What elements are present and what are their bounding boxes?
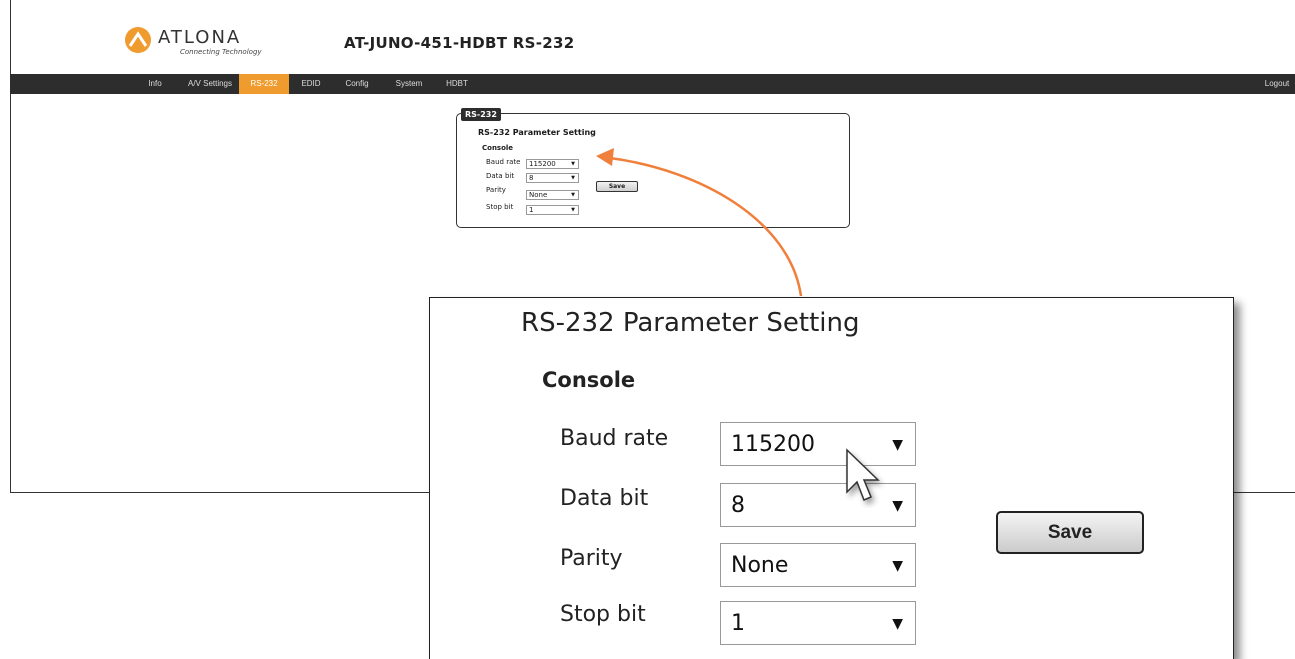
chevron-down-icon: ▼ [892, 498, 903, 514]
panel-section: Console [482, 144, 514, 152]
data-bit-select[interactable]: 8 ▼ [526, 173, 579, 183]
nav-info[interactable]: Info [140, 74, 170, 94]
chevron-down-icon: ▼ [571, 161, 575, 167]
nav-system[interactable]: System [391, 74, 427, 94]
parity-label: Parity [486, 186, 506, 194]
nav-rs232[interactable]: RS-232 [239, 74, 289, 94]
zoom-inset: RS-232 Parameter Setting Console Baud ra… [429, 297, 1234, 659]
stop-bit-label: Stop bit [486, 203, 514, 211]
logo-word: ATLONA [158, 27, 242, 48]
mouse-cursor-icon [846, 448, 880, 501]
chevron-down-icon: ▼ [571, 207, 575, 213]
zoom-stop-bit-label: Stop bit [560, 602, 646, 627]
chevron-down-icon: ▼ [892, 616, 903, 632]
nav-logout[interactable]: Logout [1260, 74, 1294, 94]
zoom-save-button[interactable]: Save [996, 511, 1144, 554]
logo-mark-icon [125, 27, 151, 53]
zoom-section: Console [542, 368, 636, 392]
page-title: AT-JUNO-451-HDBT RS-232 [344, 34, 575, 52]
save-button[interactable]: Save [596, 181, 638, 192]
stop-bit-select[interactable]: 1 ▼ [526, 205, 579, 215]
nav-edid[interactable]: EDID [296, 74, 326, 94]
zoom-parity-label: Parity [560, 546, 623, 571]
logo-tagline: Connecting Technology [180, 48, 262, 56]
nav-av-settings[interactable]: A/V Settings [182, 74, 238, 94]
nav-config[interactable]: Config [341, 74, 373, 94]
chevron-down-icon: ▼ [892, 558, 903, 574]
zoom-data-bit-label: Data bit [560, 486, 649, 511]
baud-rate-label: Baud rate [486, 158, 521, 166]
nav-hdbt[interactable]: HDBT [440, 74, 474, 94]
panel-heading: RS-232 Parameter Setting [478, 128, 596, 137]
zoom-parity-select[interactable]: None ▼ [720, 543, 916, 587]
chevron-down-icon: ▼ [571, 175, 575, 181]
chevron-down-icon: ▼ [571, 192, 575, 198]
chevron-down-icon: ▼ [892, 437, 903, 453]
data-bit-label: Data bit [486, 172, 515, 180]
atlona-logo: ATLONA Connecting Technology [124, 24, 264, 60]
zoom-stop-bit-select[interactable]: 1 ▼ [720, 601, 916, 645]
parity-select[interactable]: None ▼ [526, 190, 579, 200]
zoom-baud-rate-label: Baud rate [560, 426, 669, 451]
nav-bar: Info A/V Settings RS-232 EDID Config Sys… [10, 74, 1295, 94]
zoom-heading: RS-232 Parameter Setting [521, 308, 860, 338]
baud-rate-select[interactable]: 115200 ▼ [526, 159, 579, 169]
panel-tab: RS-232 [461, 108, 501, 121]
